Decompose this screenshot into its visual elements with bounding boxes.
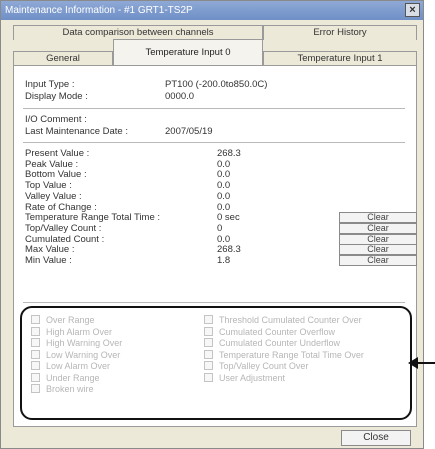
display-mode-value: 0000.0: [165, 91, 195, 102]
display-mode-label: Display Mode :: [25, 91, 88, 102]
divider: [23, 108, 405, 109]
tab-general[interactable]: General: [13, 51, 113, 65]
input-type-value: PT100 (-200.0to850.0C): [165, 79, 268, 90]
window-title: Maintenance Information - #1 GRT1-TS2P: [5, 5, 193, 16]
tab-row-top: Data comparison between channels Error H…: [13, 25, 417, 40]
tab-temperature-input-0[interactable]: Temperature Input 0: [113, 39, 263, 65]
value-reading: 268.3: [217, 244, 241, 255]
value-reading: 0 sec: [217, 212, 240, 223]
clear-button[interactable]: Clear: [339, 223, 417, 234]
highlight-frame: [20, 306, 412, 420]
input-type-label: Input Type :: [25, 79, 75, 90]
value-label: Top/Valley Count :: [25, 223, 102, 234]
value-label: Temperature Range Total Time :: [25, 212, 161, 223]
close-button[interactable]: Close: [341, 430, 411, 446]
divider: [23, 302, 405, 303]
value-label: Valley Value :: [25, 191, 82, 202]
value-reading: 1.8: [217, 255, 231, 266]
value-reading: 0.0: [217, 180, 231, 191]
value-label: Max Value :: [25, 244, 75, 255]
value-label: Present Value :: [25, 148, 90, 159]
divider: [23, 142, 405, 143]
value-label: Bottom Value :: [25, 169, 87, 180]
tab-temperature-input-1[interactable]: Temperature Input 1: [263, 51, 417, 65]
last-maintenance-label: Last Maintenance Date :: [25, 126, 128, 137]
value-reading: 0: [217, 223, 223, 234]
arrow-head: [408, 357, 418, 369]
close-icon[interactable]: ×: [405, 3, 420, 17]
title-bar: Maintenance Information - #1 GRT1-TS2P ×: [1, 1, 423, 20]
tab-error-history[interactable]: Error History: [263, 25, 417, 40]
tab-row-bottom: General Temperature Input 0 Temperature …: [13, 39, 417, 65]
value-label: Top Value :: [25, 180, 72, 191]
value-label: Min Value :: [25, 255, 72, 266]
clear-button[interactable]: Clear: [339, 244, 417, 255]
value-reading: 268.3: [217, 148, 241, 159]
value-reading: 0.0: [217, 191, 231, 202]
tab-data-comparison[interactable]: Data comparison between channels: [13, 25, 263, 40]
last-maintenance-value: 2007/05/19: [165, 126, 213, 137]
io-comment-label: I/O Comment :: [25, 114, 87, 125]
value-reading: 0.0: [217, 169, 231, 180]
clear-button[interactable]: Clear: [339, 255, 417, 266]
clear-button[interactable]: Clear: [339, 212, 417, 223]
